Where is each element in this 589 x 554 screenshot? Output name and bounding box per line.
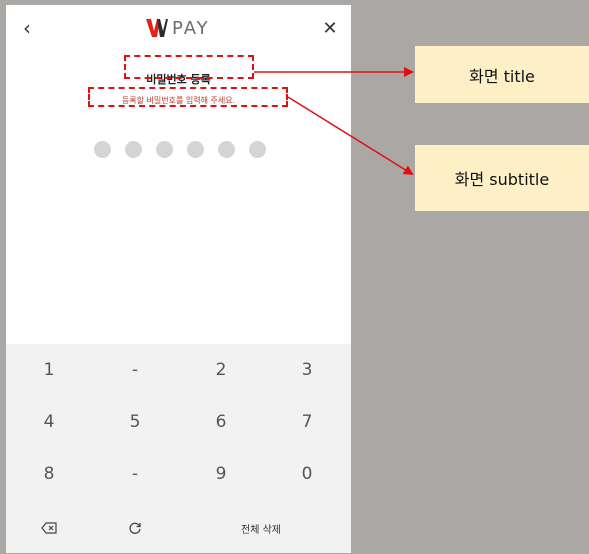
subtitle-arrow	[287, 96, 414, 176]
annotation-arrows	[254, 67, 414, 176]
